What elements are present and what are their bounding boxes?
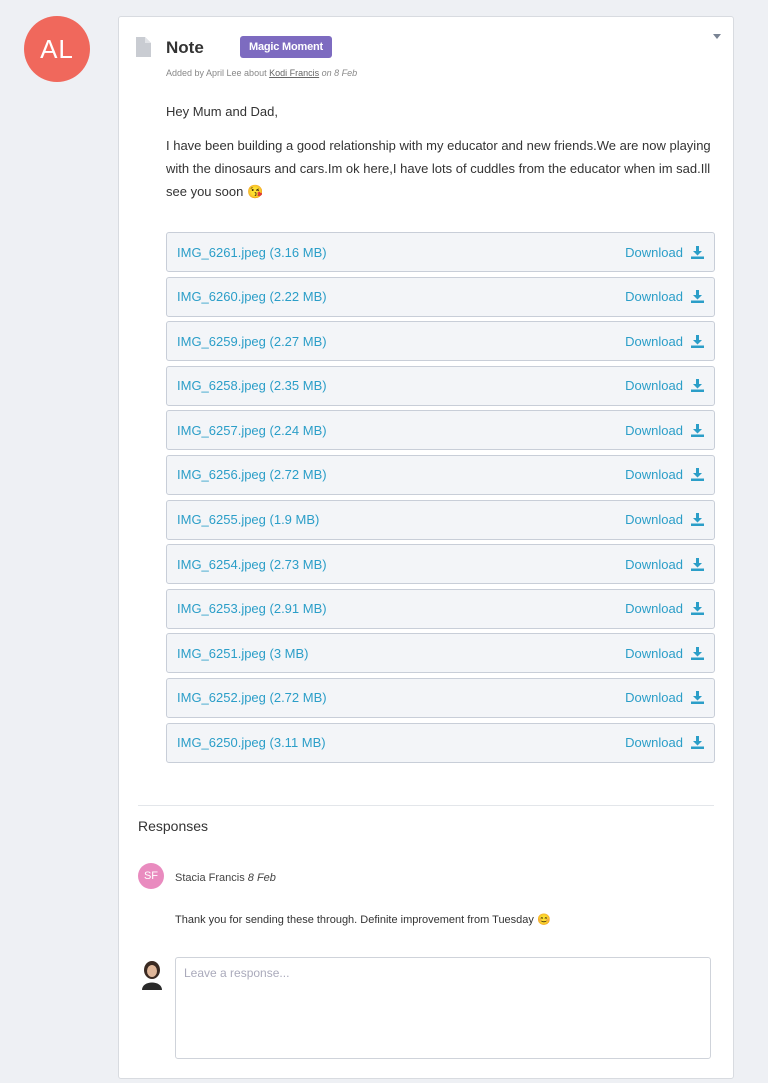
attachment-row: IMG_6254.jpeg (2.73 MB) Download [166,544,715,585]
attachment-name[interactable]: IMG_6258.jpeg (2.35 MB) [177,378,327,393]
attachment-name[interactable]: IMG_6255.jpeg (1.9 MB) [177,512,319,527]
download-icon[interactable] [691,646,704,660]
download-label[interactable]: Download [625,245,683,260]
attachment-row: IMG_6261.jpeg (3.16 MB) Download [166,232,715,272]
download-label[interactable]: Download [625,557,683,572]
attachment-name[interactable]: IMG_6252.jpeg (2.72 MB) [177,690,327,705]
response-text: Thank you for sending these through. Def… [175,914,551,926]
note-type-label: Note [166,38,204,57]
download-button[interactable]: Download [625,423,704,438]
attachment-name[interactable]: IMG_6259.jpeg (2.27 MB) [177,334,327,349]
download-icon[interactable] [691,334,704,348]
download-icon[interactable] [691,468,704,482]
attachment-row: IMG_6250.jpeg (3.11 MB) Download [166,722,715,763]
note-greeting: Hey Mum and Dad, [166,104,278,119]
attachment-row: IMG_6251.jpeg (3 MB) Download [166,633,715,674]
attachment-name[interactable]: IMG_6257.jpeg (2.24 MB) [177,423,327,438]
download-icon[interactable] [691,379,704,393]
attachment-name[interactable]: IMG_6250.jpeg (3.11 MB) [177,735,326,750]
divider [138,805,714,806]
download-label[interactable]: Download [625,467,683,482]
responses-heading: Responses [138,818,209,834]
download-icon[interactable] [691,423,704,437]
avatar: SF [138,863,164,889]
child-link[interactable]: Kodi Francis [269,68,319,78]
download-button[interactable]: Download [625,557,704,572]
download-button[interactable]: Download [625,646,704,661]
download-label[interactable]: Download [625,378,683,393]
chevron-down-icon[interactable] [713,34,721,39]
download-button[interactable]: Download [625,601,704,616]
attachment-row: IMG_6255.jpeg (1.9 MB) Download [166,499,715,540]
download-button[interactable]: Download [625,735,704,750]
download-button[interactable]: Download [625,467,704,482]
user-avatar-icon [140,960,164,995]
note-meta: Added by April Lee about Kodi Francis on… [166,68,357,78]
attachment-row: IMG_6253.jpeg (2.91 MB) Download [166,588,715,629]
note-card: Note Magic Moment Added by April Lee abo… [118,16,734,1079]
download-button[interactable]: Download [625,378,704,393]
attachment-name[interactable]: IMG_6261.jpeg (3.16 MB) [177,245,327,260]
author-avatar: AL [24,16,90,82]
download-label[interactable]: Download [625,601,683,616]
download-icon[interactable] [691,691,704,705]
download-label[interactable]: Download [625,334,683,349]
download-label[interactable]: Download [625,646,683,661]
attachment-row: IMG_6259.jpeg (2.27 MB) Download [166,321,715,362]
download-icon[interactable] [691,602,704,616]
attachment-list: IMG_6261.jpeg (3.16 MB) Download IMG_6260.… [166,232,715,767]
attachment-row: IMG_6252.jpeg (2.72 MB) Download [166,677,715,718]
download-button[interactable]: Download [625,690,704,705]
download-icon[interactable] [691,290,704,304]
download-button[interactable]: Download [625,334,704,349]
attachment-row: IMG_6260.jpeg (2.22 MB) Download [166,276,715,317]
note-category-badge: Magic Moment [240,36,332,58]
download-label[interactable]: Download [625,289,683,304]
attachment-name[interactable]: IMG_6260.jpeg (2.22 MB) [177,289,327,304]
download-label[interactable]: Download [625,423,683,438]
download-icon[interactable] [691,513,704,527]
download-button[interactable]: Download [625,245,704,260]
attachment-row: IMG_6258.jpeg (2.35 MB) Download [166,365,715,406]
attachment-name[interactable]: IMG_6256.jpeg (2.72 MB) [177,467,327,482]
download-button[interactable]: Download [625,512,704,527]
response-date: 8 Feb [247,872,276,884]
attachment-name[interactable]: IMG_6251.jpeg (3 MB) [177,646,309,661]
download-label[interactable]: Download [625,690,683,705]
meta-date: on 8 Feb [321,68,358,78]
download-label[interactable]: Download [625,512,683,527]
attachment-row: IMG_6257.jpeg (2.24 MB) Download [166,410,715,451]
note-body: I have been building a good relationship… [166,138,711,199]
download-button[interactable]: Download [625,289,704,304]
attachment-name[interactable]: IMG_6253.jpeg (2.91 MB) [177,601,327,616]
attachment-name[interactable]: IMG_6254.jpeg (2.73 MB) [177,557,327,572]
meta-prefix: Added by April Lee about [166,68,267,78]
attachment-row: IMG_6256.jpeg (2.72 MB) Download [166,454,715,495]
download-icon[interactable] [691,557,704,571]
response-author-name: Stacia Francis [175,872,245,884]
download-icon[interactable] [691,245,704,259]
response-author: Stacia Francis 8 Feb [175,872,276,884]
response-input[interactable] [175,957,711,1059]
document-icon [135,37,151,62]
download-icon[interactable] [691,736,704,750]
download-label[interactable]: Download [625,735,683,750]
